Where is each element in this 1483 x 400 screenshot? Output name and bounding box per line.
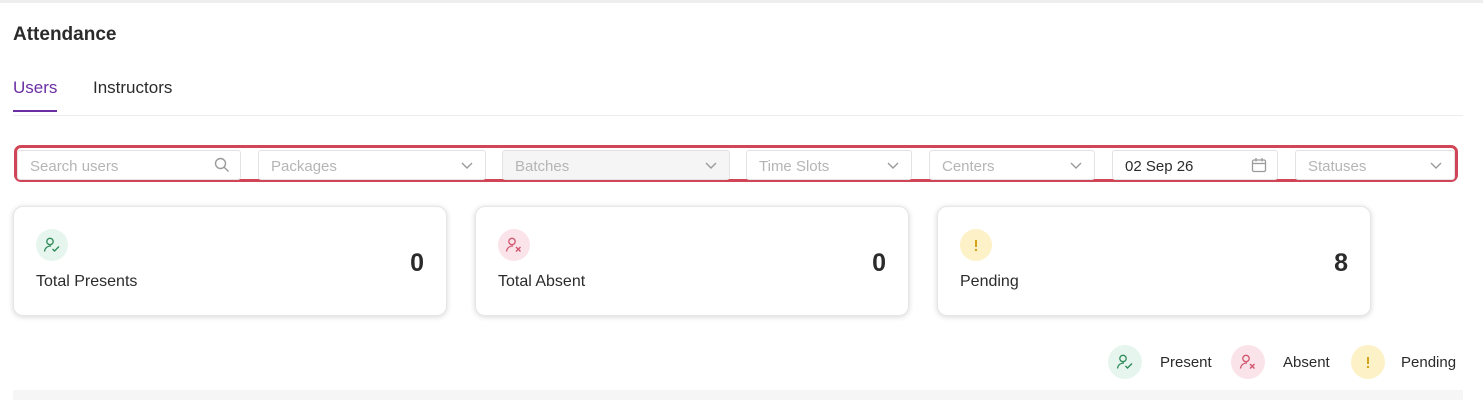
pending-card: Pending 8 [937, 206, 1371, 316]
batches-select[interactable]: Batches [502, 150, 730, 180]
user-check-icon [1108, 345, 1142, 379]
legend-present-label: Present [1160, 354, 1212, 371]
search-icon [214, 157, 229, 172]
exclamation-icon [960, 229, 992, 261]
date-value: 02 Sep 26 [1125, 158, 1194, 175]
batches-placeholder: Batches [515, 158, 570, 175]
chevron-down-icon [1070, 162, 1082, 169]
total-absent-label: Total Absent [498, 273, 586, 290]
page-title: Attendance [13, 24, 117, 45]
statuses-placeholder: Statuses [1308, 158, 1367, 175]
tab-bar: Users Instructors [13, 78, 1463, 116]
tab-instructors[interactable]: Instructors [93, 78, 172, 110]
centers-placeholder: Centers [942, 158, 995, 175]
top-divider [0, 0, 1483, 3]
total-absent-card: Total Absent 0 [475, 206, 909, 316]
statuses-select[interactable]: Statuses [1295, 150, 1455, 180]
search-placeholder: Search users [30, 158, 119, 175]
user-x-icon [498, 229, 530, 261]
total-absent-value: 0 [872, 249, 886, 277]
calendar-icon [1251, 158, 1267, 173]
exclamation-icon [1351, 345, 1385, 379]
user-check-icon [36, 229, 68, 261]
packages-select[interactable]: Packages [258, 150, 486, 180]
chevron-down-icon [705, 162, 717, 169]
chevron-down-icon [887, 162, 899, 169]
chevron-down-icon [1430, 162, 1442, 169]
chevron-down-icon [461, 162, 473, 169]
total-presents-value: 0 [410, 249, 424, 277]
search-input[interactable]: Search users [17, 150, 241, 180]
pending-value: 8 [1334, 249, 1348, 277]
total-presents-card: Total Presents 0 [13, 206, 447, 316]
total-presents-label: Total Presents [36, 273, 138, 290]
packages-placeholder: Packages [271, 158, 337, 175]
pending-label: Pending [960, 273, 1019, 290]
time-slots-select[interactable]: Time Slots [746, 150, 912, 180]
user-x-icon [1231, 345, 1265, 379]
time-slots-placeholder: Time Slots [759, 158, 830, 175]
centers-select[interactable]: Centers [929, 150, 1095, 180]
date-picker[interactable]: 02 Sep 26 [1112, 150, 1278, 180]
legend-pending-label: Pending [1401, 354, 1457, 371]
filter-bar: Search users Packages Batches Time Slots… [14, 145, 1458, 182]
table-header-strip [13, 390, 1463, 400]
legend-absent-label: Absent [1283, 354, 1330, 371]
tab-users[interactable]: Users [13, 78, 58, 112]
